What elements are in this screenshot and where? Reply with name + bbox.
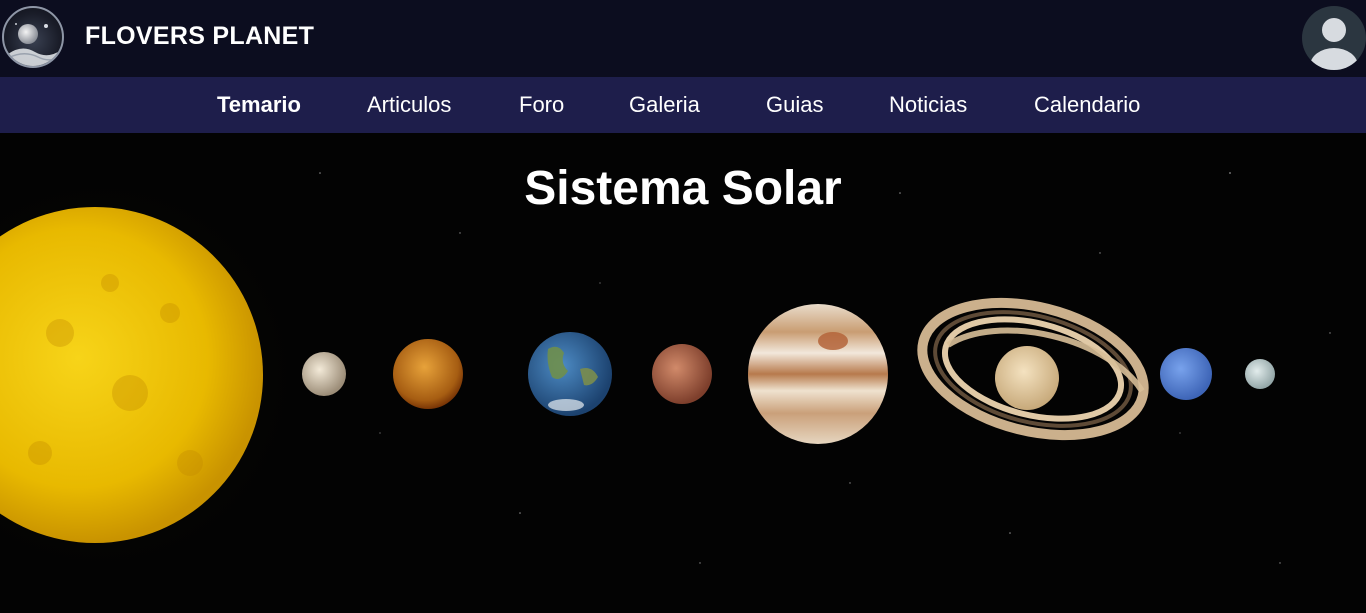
nav-item-foro[interactable]: Foro	[519, 92, 564, 118]
mercury-icon	[302, 352, 346, 396]
nav-item-articulos[interactable]: Articulos	[367, 92, 451, 118]
brand-name[interactable]: FLOVERS PLANET	[85, 22, 314, 51]
venus-icon	[393, 339, 463, 409]
nav-item-guias[interactable]: Guias	[766, 92, 823, 118]
nav-item-temario[interactable]: Temario	[217, 92, 301, 118]
mars-icon	[652, 344, 712, 404]
moon-logo-icon[interactable]	[2, 6, 64, 68]
nav-item-noticias[interactable]: Noticias	[889, 92, 967, 118]
top-bar: FLOVERS PLANET	[0, 0, 1366, 77]
saturn-icon	[917, 297, 1149, 441]
page-title: Sistema Solar	[524, 162, 842, 215]
nav-item-calendario[interactable]: Calendario	[1034, 92, 1140, 118]
nav-item-galeria[interactable]: Galeria	[629, 92, 700, 118]
main-navigation: Temario Articulos Foro Galeria Guias Not…	[0, 77, 1366, 133]
uranus-icon	[1160, 348, 1212, 400]
jupiter-icon	[748, 304, 888, 444]
user-avatar-icon[interactable]	[1302, 6, 1366, 70]
neptune-icon	[1245, 359, 1275, 389]
solar-system-hero: Sistema Solar	[0, 133, 1366, 613]
